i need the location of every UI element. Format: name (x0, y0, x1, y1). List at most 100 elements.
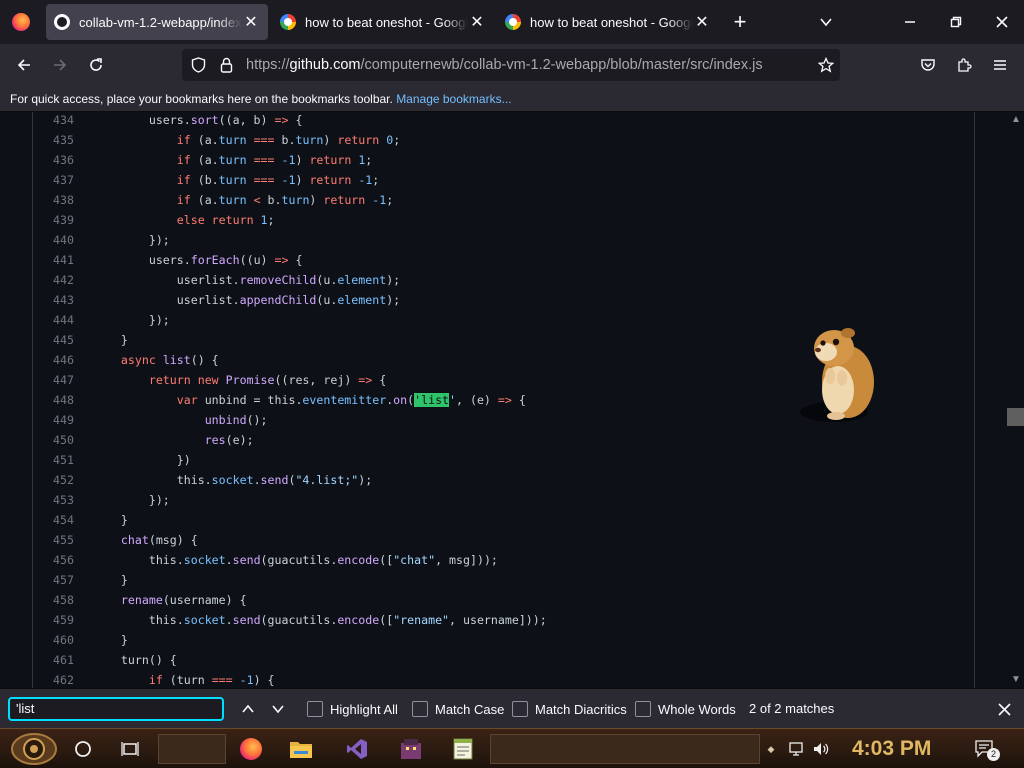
notepad-icon[interactable] (448, 734, 478, 764)
line-number[interactable]: 441 (33, 250, 74, 270)
line-number[interactable]: 454 (33, 510, 74, 530)
line-number[interactable]: 458 (33, 590, 74, 610)
back-icon[interactable] (8, 49, 40, 81)
code-line: 436 if (a.turn === -1) return 1; (33, 150, 976, 170)
close-tab-icon[interactable]: ✕ (468, 12, 486, 32)
network-icon[interactable] (786, 734, 808, 764)
line-number[interactable]: 462 (33, 670, 74, 688)
whole-words-checkbox[interactable]: Whole Words (635, 697, 736, 721)
checkbox-box[interactable] (635, 701, 651, 717)
taskbar-clock[interactable]: 4:03 PM (852, 737, 931, 761)
oneshot-game-icon[interactable] (396, 734, 426, 764)
extensions-icon[interactable] (948, 49, 980, 81)
tab-title: how to beat oneshot - Google Search (530, 14, 693, 30)
pocket-icon[interactable] (912, 49, 944, 81)
line-number[interactable]: 437 (33, 170, 74, 190)
find-previous-icon[interactable] (238, 697, 258, 721)
line-number[interactable]: 456 (33, 550, 74, 570)
bookmark-star-icon[interactable] (812, 49, 840, 81)
bookmarks-toolbar: For quick access, place your bookmarks h… (0, 86, 1024, 112)
close-tab-icon[interactable]: ✕ (242, 12, 260, 32)
minimize-icon[interactable] (890, 0, 930, 44)
line-number[interactable]: 444 (33, 310, 74, 330)
search-icon[interactable] (68, 734, 98, 764)
file-explorer-icon[interactable] (286, 734, 316, 764)
line-number[interactable]: 435 (33, 130, 74, 150)
task-view-icon[interactable] (115, 734, 145, 764)
shield-icon[interactable] (184, 49, 212, 81)
code-text: if (a.turn < b.turn) return -1; (176, 193, 394, 207)
line-number[interactable]: 451 (33, 450, 74, 470)
highlight-all-checkbox[interactable]: Highlight All (307, 697, 398, 721)
new-tab-icon[interactable]: + (726, 0, 754, 44)
line-number[interactable]: 434 (33, 112, 74, 130)
line-number[interactable]: 455 (33, 530, 74, 550)
match-case-checkbox[interactable]: Match Case (412, 697, 504, 721)
line-number[interactable]: 442 (33, 270, 74, 290)
visual-studio-icon[interactable] (342, 734, 372, 764)
code-text: }) (93, 453, 191, 467)
reload-icon[interactable] (80, 49, 112, 81)
tab-google-search-2[interactable]: how to beat oneshot - Google Search ✕ (497, 4, 719, 40)
line-number[interactable]: 445 (33, 330, 74, 350)
match-diacritics-checkbox[interactable]: Match Diacritics (512, 697, 627, 721)
line-number[interactable]: 438 (33, 190, 74, 210)
find-input[interactable]: 'list (8, 697, 224, 721)
code-text: async list() { (120, 353, 219, 367)
lock-icon[interactable] (212, 49, 240, 81)
volume-icon[interactable] (810, 734, 832, 764)
checkbox-box[interactable] (512, 701, 528, 717)
line-number[interactable]: 440 (33, 230, 74, 250)
scroll-down-icon[interactable]: ▼ (1011, 674, 1021, 685)
line-number[interactable]: 446 (33, 350, 74, 370)
firefox-menu-button[interactable] (0, 0, 42, 44)
tab-google-search-1[interactable]: how to beat oneshot - Google Search ✕ (272, 4, 494, 40)
scrollbar-track[interactable] (1007, 112, 1024, 688)
scroll-up-icon[interactable]: ▲ (1011, 114, 1021, 125)
notification-center-icon[interactable]: 2 (970, 734, 1000, 764)
url-text[interactable]: https://github.com/computernewb/collab-v… (246, 57, 763, 73)
code-text: turn() { (93, 653, 177, 667)
line-number[interactable]: 459 (33, 610, 74, 630)
line-number[interactable]: 453 (33, 490, 74, 510)
navigation-toolbar: https://github.com/computernewb/collab-v… (0, 44, 1024, 86)
line-number[interactable]: 447 (33, 370, 74, 390)
line-number[interactable]: 436 (33, 150, 74, 170)
scrollbar-thumb[interactable] (1007, 408, 1024, 426)
url-bar[interactable]: https://github.com/computernewb/collab-v… (182, 49, 840, 81)
list-tabs-icon[interactable] (812, 0, 840, 44)
line-number[interactable]: 443 (33, 290, 74, 310)
line-number[interactable]: 439 (33, 210, 74, 230)
line-number[interactable]: 450 (33, 430, 74, 450)
line-number[interactable]: 448 (33, 390, 74, 410)
restore-icon[interactable] (936, 0, 976, 44)
code-line: 434 users.sort((a, b) => { (33, 112, 976, 130)
close-find-bar-icon[interactable] (994, 697, 1014, 721)
notification-badge: 2 (987, 748, 1000, 761)
line-number[interactable]: 452 (33, 470, 74, 490)
code-line: 451 }) (33, 450, 976, 470)
taskbar: ◆ 4:03 PM 2 (0, 728, 1024, 768)
manage-bookmarks-link[interactable]: Manage bookmarks... (396, 92, 511, 106)
firefox-icon (12, 13, 30, 31)
forward-icon[interactable] (44, 49, 76, 81)
line-number[interactable]: 460 (33, 630, 74, 650)
checkbox-box[interactable] (412, 701, 428, 717)
line-number[interactable]: 461 (33, 650, 74, 670)
code-text: if (a.turn === -1) return 1; (176, 153, 373, 167)
menu-icon[interactable] (984, 49, 1016, 81)
code-line: 438 if (a.turn < b.turn) return -1; (33, 190, 976, 210)
start-button[interactable] (8, 731, 60, 767)
code-line: 456 this.socket.send(guacutils.encode(["… (33, 550, 976, 570)
match-diacritics-label: Match Diacritics (535, 701, 627, 717)
tab-github[interactable]: collab-vm-1.2-webapp/index.js ✕ (46, 4, 268, 40)
firefox-taskbar-icon[interactable] (236, 734, 266, 764)
find-next-icon[interactable] (268, 697, 288, 721)
close-tab-icon[interactable]: ✕ (693, 12, 711, 32)
line-number[interactable]: 449 (33, 410, 74, 430)
line-number[interactable]: 457 (33, 570, 74, 590)
close-window-icon[interactable] (982, 0, 1022, 44)
show-hidden-icons-icon[interactable]: ◆ (764, 734, 778, 764)
code-text: users.forEach((u) => { (93, 253, 303, 267)
checkbox-box[interactable] (307, 701, 323, 717)
